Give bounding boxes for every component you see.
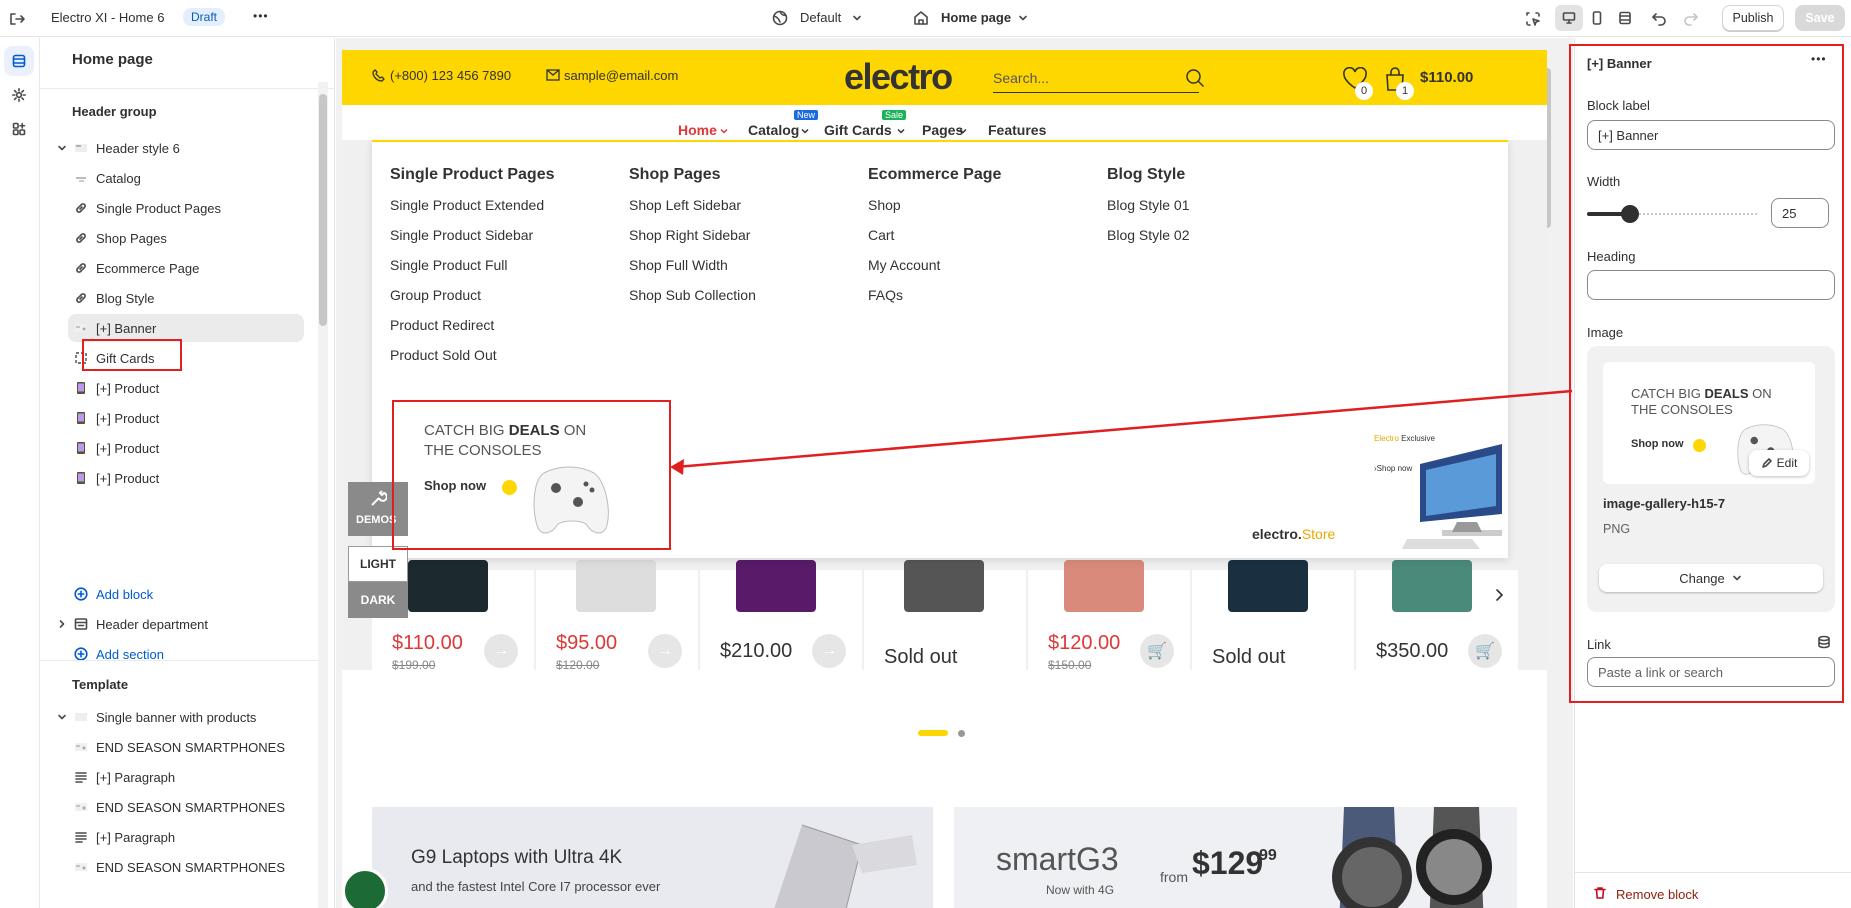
divider xyxy=(1575,872,1851,873)
annotation-box-panel xyxy=(1569,44,1844,703)
remove-block-button[interactable]: Remove block xyxy=(1616,887,1698,902)
trash-icon xyxy=(1593,886,1607,900)
